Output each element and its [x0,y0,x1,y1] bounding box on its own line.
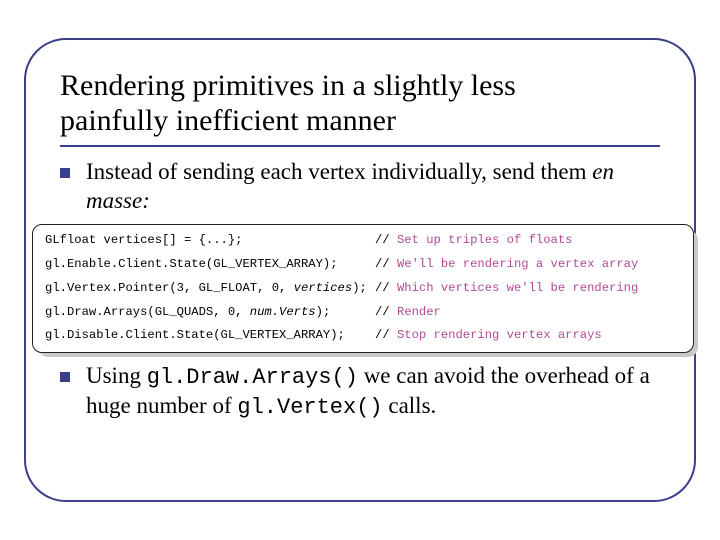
code-text: GLfloat vertices[] = {...}; [45,233,242,247]
code-block: GLfloat vertices[] = {...}; // Set up tr… [32,224,694,353]
code-arg: vertices [294,281,353,295]
bullet-2: Using gl.Draw.Arrays() we can avoid the … [60,362,670,427]
code-text: gl.Disable.Client.State(GL_VERTEX_ARRAY)… [45,328,345,342]
code-text: gl.Vertex.Pointer(3, GL_FLOAT, 0, [45,281,294,295]
code-comment: // Set up triples of floats [375,233,681,249]
title-area: Rendering primitives in a slightly less … [60,68,660,147]
code-line: GLfloat vertices[] = {...}; // Set up tr… [45,233,681,249]
comment-text: Set up triples of floats [397,233,573,247]
code-text: gl.Draw.Arrays(GL_QUADS, 0, [45,305,250,319]
comment-text: We'll be rendering a vertex array [397,257,638,271]
code-line: gl.Draw.Arrays(GL_QUADS, 0, num.Verts); … [45,305,681,321]
code-comment: // Render [375,305,681,321]
code-comment: // Which vertices we'll be rendering [375,281,681,297]
slide-title: Rendering primitives in a slightly less … [60,68,660,139]
comment-text: Which vertices we'll be rendering [397,281,638,295]
comment-text: Stop rendering vertex arrays [397,328,602,342]
bullet-2-text: Using gl.Draw.Arrays() we can avoid the … [86,362,670,421]
b2-post: calls. [383,393,437,418]
code-left: gl.Enable.Client.State(GL_VERTEX_ARRAY); [45,257,375,273]
comment-text: Render [397,305,441,319]
code-left: gl.Draw.Arrays(GL_QUADS, 0, num.Verts); [45,305,375,321]
code-line: gl.Enable.Client.State(GL_VERTEX_ARRAY);… [45,257,681,273]
bullet-icon [60,168,70,178]
b2-mono-1: gl.Draw.Arrays() [147,365,358,390]
code-left: gl.Disable.Client.State(GL_VERTEX_ARRAY)… [45,328,375,344]
code-box: GLfloat vertices[] = {...}; // Set up tr… [32,224,694,353]
code-left: gl.Vertex.Pointer(3, GL_FLOAT, 0, vertic… [45,281,375,297]
code-line: gl.Vertex.Pointer(3, GL_FLOAT, 0, vertic… [45,281,681,297]
title-line-1: Rendering primitives in a slightly less [60,69,516,102]
bullet-1-text: Instead of sending each vertex individua… [86,158,682,216]
b2-pre: Using [86,363,147,388]
code-text: ); [316,305,331,319]
title-underline [60,145,660,147]
code-comment: // Stop rendering vertex arrays [375,328,681,344]
bullet-icon [60,372,70,382]
bullet-1: Instead of sending each vertex individua… [60,158,682,222]
code-text: gl.Enable.Client.State(GL_VERTEX_ARRAY); [45,257,338,271]
title-line-2: painfully inefficient manner [60,104,396,137]
code-text: ); [352,281,367,295]
code-arg: num.Verts [250,305,316,319]
bullet-1-pre: Instead of sending each vertex individua… [86,159,592,184]
code-line: gl.Disable.Client.State(GL_VERTEX_ARRAY)… [45,328,681,344]
code-left: GLfloat vertices[] = {...}; [45,233,375,249]
code-comment: // We'll be rendering a vertex array [375,257,681,273]
b2-mono-2: gl.Vertex() [237,395,382,420]
slide: Rendering primitives in a slightly less … [0,0,720,540]
